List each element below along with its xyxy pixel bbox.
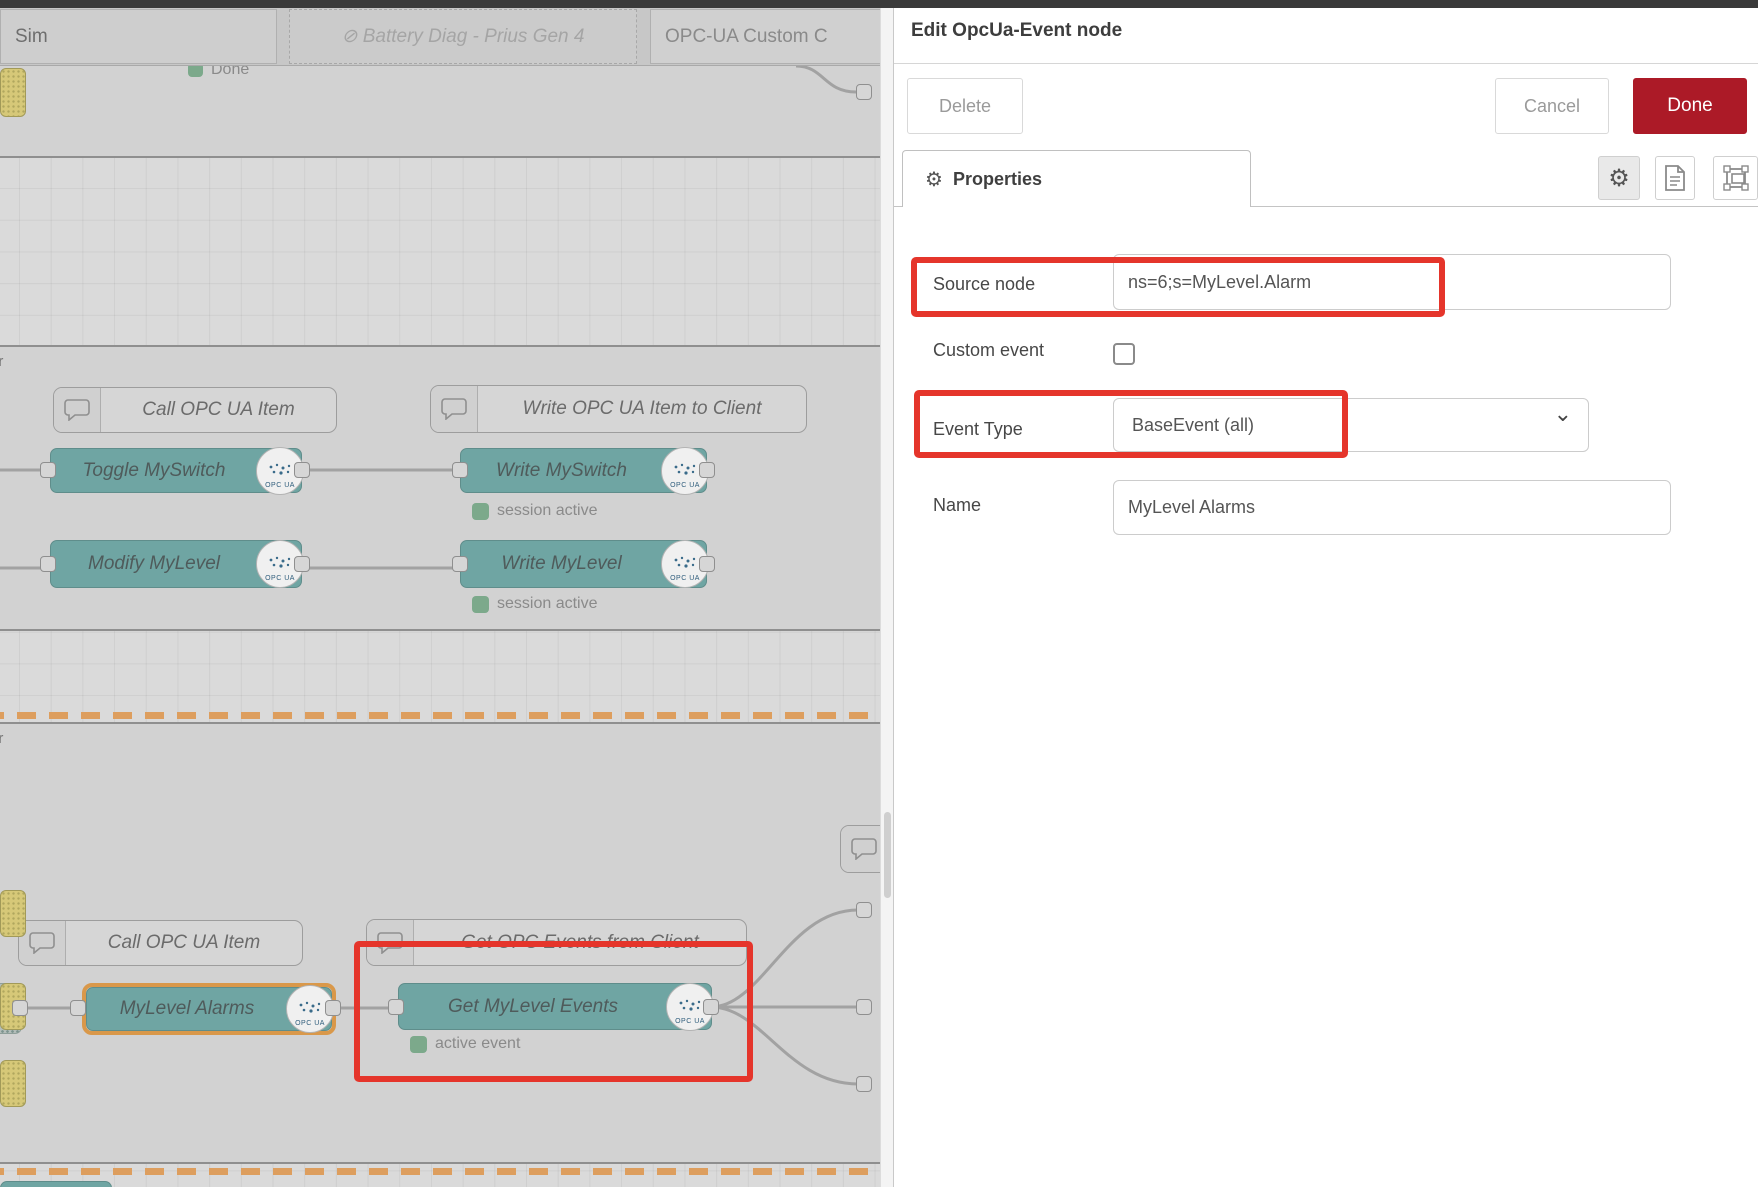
delete-button-label: Delete <box>939 96 991 117</box>
node-mylevel-alarms[interactable]: MyLevel Alarms OPC UA <box>86 987 332 1031</box>
comment-call-opcua-item-upper[interactable]: Call OPC UA Item <box>53 387 337 433</box>
edit-properties-icon-button[interactable]: ⚙ <box>1598 156 1640 200</box>
gear-icon: ⚙ <box>925 167 943 192</box>
port-in[interactable] <box>856 1076 872 1092</box>
comment-label: Call OPC UA Item <box>101 388 336 432</box>
name-label: Name <box>933 495 981 516</box>
flow-scrollbar-thumb[interactable] <box>884 812 891 898</box>
link-node-partial[interactable] <box>0 68 26 117</box>
panel-title: Edit OpcUa-Event node <box>911 20 1122 42</box>
opcua-badge-text: OPC UA <box>265 575 295 582</box>
port-in[interactable] <box>452 556 468 572</box>
node-label: MyLevel Alarms <box>97 988 277 1030</box>
port-in[interactable] <box>452 462 468 478</box>
port-out[interactable] <box>294 462 310 478</box>
name-input[interactable] <box>1113 480 1671 535</box>
delete-button[interactable]: Delete <box>907 78 1023 134</box>
node-status-done: Done <box>188 65 249 79</box>
document-icon <box>1664 165 1686 191</box>
tab-opcua-custom[interactable]: OPC-UA Custom C <box>650 9 893 64</box>
port-out[interactable] <box>325 1000 341 1016</box>
node-status-session-active: session active <box>472 595 598 613</box>
link-node-partial[interactable] <box>0 1060 26 1107</box>
flow-canvas[interactable]: Done er er Call OPC UA Item Write O <box>0 65 880 1187</box>
node-label: Write MySwitch <box>471 449 652 492</box>
status-text: session active <box>497 502 598 520</box>
comment-label: Call OPC UA Item <box>66 921 302 965</box>
comment-label: Write OPC UA Item to Client <box>478 386 806 432</box>
custom-event-label: Custom event <box>933 340 1044 361</box>
header-divider <box>894 63 1758 64</box>
tab-sim[interactable]: Sim <box>0 9 277 64</box>
done-button-label: Done <box>1667 95 1712 117</box>
status-text: session active <box>497 595 598 613</box>
group-upper-label: er <box>0 353 3 370</box>
status-green-dot <box>472 596 489 613</box>
node-partial-bottom[interactable] <box>0 1181 112 1187</box>
group-lower-label: er <box>0 730 3 747</box>
cancel-button[interactable]: Cancel <box>1495 78 1609 134</box>
port-out[interactable] <box>699 556 715 572</box>
comment-partial-right[interactable] <box>840 825 880 873</box>
edit-appearance-icon-button[interactable] <box>1713 156 1758 200</box>
tab-properties-label: Properties <box>953 169 1042 190</box>
tab-opcua-custom-label: OPC-UA Custom C <box>665 26 828 48</box>
done-button[interactable]: Done <box>1633 78 1747 134</box>
edit-description-icon-button[interactable] <box>1655 156 1695 200</box>
comment-bubble-icon <box>841 826 880 872</box>
opcua-badge-text: OPC UA <box>670 575 700 582</box>
opcua-badge-text: OPC UA <box>265 482 295 489</box>
status-done-text: Done <box>211 65 249 79</box>
cancel-button-label: Cancel <box>1524 96 1580 117</box>
custom-event-checkbox[interactable] <box>1113 343 1135 365</box>
tab-properties[interactable]: ⚙ Properties <box>902 150 1251 207</box>
window-top-bar <box>0 0 1758 8</box>
port-in[interactable] <box>40 556 56 572</box>
port-out[interactable] <box>699 462 715 478</box>
comment-write-opcua-item-to-client[interactable]: Write OPC UA Item to Client <box>430 385 807 433</box>
comment-bubble-icon <box>54 388 101 432</box>
annotation-box-get-mylevel-events <box>354 941 753 1082</box>
comment-bubble-icon <box>431 386 478 432</box>
port-out[interactable] <box>294 556 310 572</box>
group-selection-dash-top <box>0 712 880 719</box>
port-in[interactable] <box>70 1000 86 1016</box>
link-node-partial[interactable] <box>0 890 26 937</box>
comment-call-opcua-item-lower[interactable]: Call OPC UA Item <box>18 920 303 966</box>
port-in[interactable] <box>40 462 56 478</box>
tab-sim-label: Sim <box>15 26 48 48</box>
port-out[interactable] <box>12 1000 28 1016</box>
workspace-tab-bar: Sim ⊘ Battery Diag - Prius Gen 4 OPC-UA … <box>0 8 893 66</box>
appearance-icon <box>1723 165 1749 191</box>
status-green-dot <box>188 65 203 77</box>
group-top-partial <box>0 65 880 158</box>
edit-node-panel: Edit OpcUa-Event node Delete Cancel Done… <box>893 8 1758 1187</box>
node-status-session-active: session active <box>472 502 598 520</box>
group-selection-dash-bottom <box>0 1168 880 1175</box>
chevron-down-icon: ⌄ <box>1554 401 1572 427</box>
node-write-mylevel[interactable]: Write MyLevel OPC UA <box>460 540 707 588</box>
annotation-box-event-type <box>914 390 1348 458</box>
node-label: Write MyLevel <box>471 541 652 587</box>
flow-scrollbar[interactable] <box>880 8 894 1187</box>
node-toggle-myswitch[interactable]: Toggle MySwitch OPC UA <box>50 448 302 493</box>
gear-icon: ⚙ <box>1608 164 1630 193</box>
comment-bubble-icon <box>19 921 66 965</box>
annotation-box-source-node <box>911 257 1445 317</box>
port-in[interactable] <box>856 902 872 918</box>
port-in[interactable] <box>856 84 872 100</box>
tab-battery-diag[interactable]: ⊘ Battery Diag - Prius Gen 4 <box>289 9 637 64</box>
port-in[interactable] <box>856 999 872 1015</box>
tab-battery-diag-label: ⊘ Battery Diag - Prius Gen 4 <box>342 25 585 48</box>
node-write-myswitch[interactable]: Write MySwitch OPC UA <box>460 448 707 493</box>
opcua-badge-text: OPC UA <box>295 1020 325 1027</box>
node-label: Toggle MySwitch <box>61 449 247 492</box>
opcua-badge-text: OPC UA <box>670 482 700 489</box>
status-green-dot <box>472 503 489 520</box>
node-modify-mylevel[interactable]: Modify MyLevel OPC UA <box>50 540 302 588</box>
node-label: Modify MyLevel <box>61 541 247 587</box>
